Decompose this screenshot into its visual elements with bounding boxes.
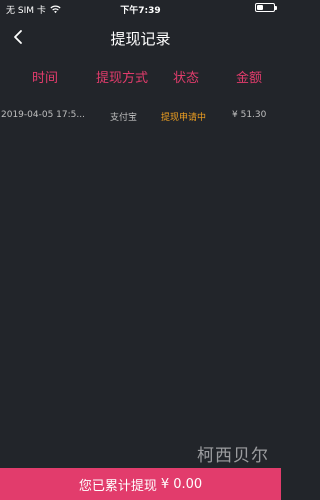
status-bar: 无 SIM 卡 下午7:39 bbox=[0, 0, 281, 18]
row-amount: ¥ 51.30 bbox=[232, 110, 267, 120]
total-withdrawn-bar: 您已累计提现 ¥ 0.00 bbox=[0, 468, 281, 500]
status-time: 下午7:39 bbox=[120, 6, 161, 16]
header-amount: 金额 bbox=[236, 71, 263, 86]
nav-bar: 提现记录 bbox=[0, 20, 281, 56]
header-method: 提现方式 bbox=[96, 71, 149, 86]
total-withdrawn-amount: ¥ 0.00 bbox=[160, 476, 203, 492]
battery-icon bbox=[255, 3, 277, 12]
header-time: 时间 bbox=[32, 71, 59, 86]
page-title: 提现记录 bbox=[110, 30, 171, 48]
withdrawal-records-screen: 无 SIM 卡 下午7:39 提现记录 时间 提现方式 状态 金额 2019-0… bbox=[0, 0, 281, 500]
header-status: 状态 bbox=[173, 71, 200, 86]
table-header: 时间 提现方式 状态 金额 bbox=[0, 64, 281, 88]
watermark: 柯西贝尔 bbox=[197, 446, 269, 466]
status-right bbox=[255, 3, 277, 12]
row-time: 2019-04-05 17:5... bbox=[1, 110, 85, 120]
row-status-badge: 提现申请中 bbox=[161, 113, 207, 123]
row-method: 支付宝 bbox=[110, 113, 138, 123]
total-withdrawn-label: 您已累计提现 bbox=[78, 478, 157, 494]
table-row[interactable]: 2019-04-05 17:5... 支付宝 提现申请中 ¥ 51.30 bbox=[0, 106, 281, 124]
